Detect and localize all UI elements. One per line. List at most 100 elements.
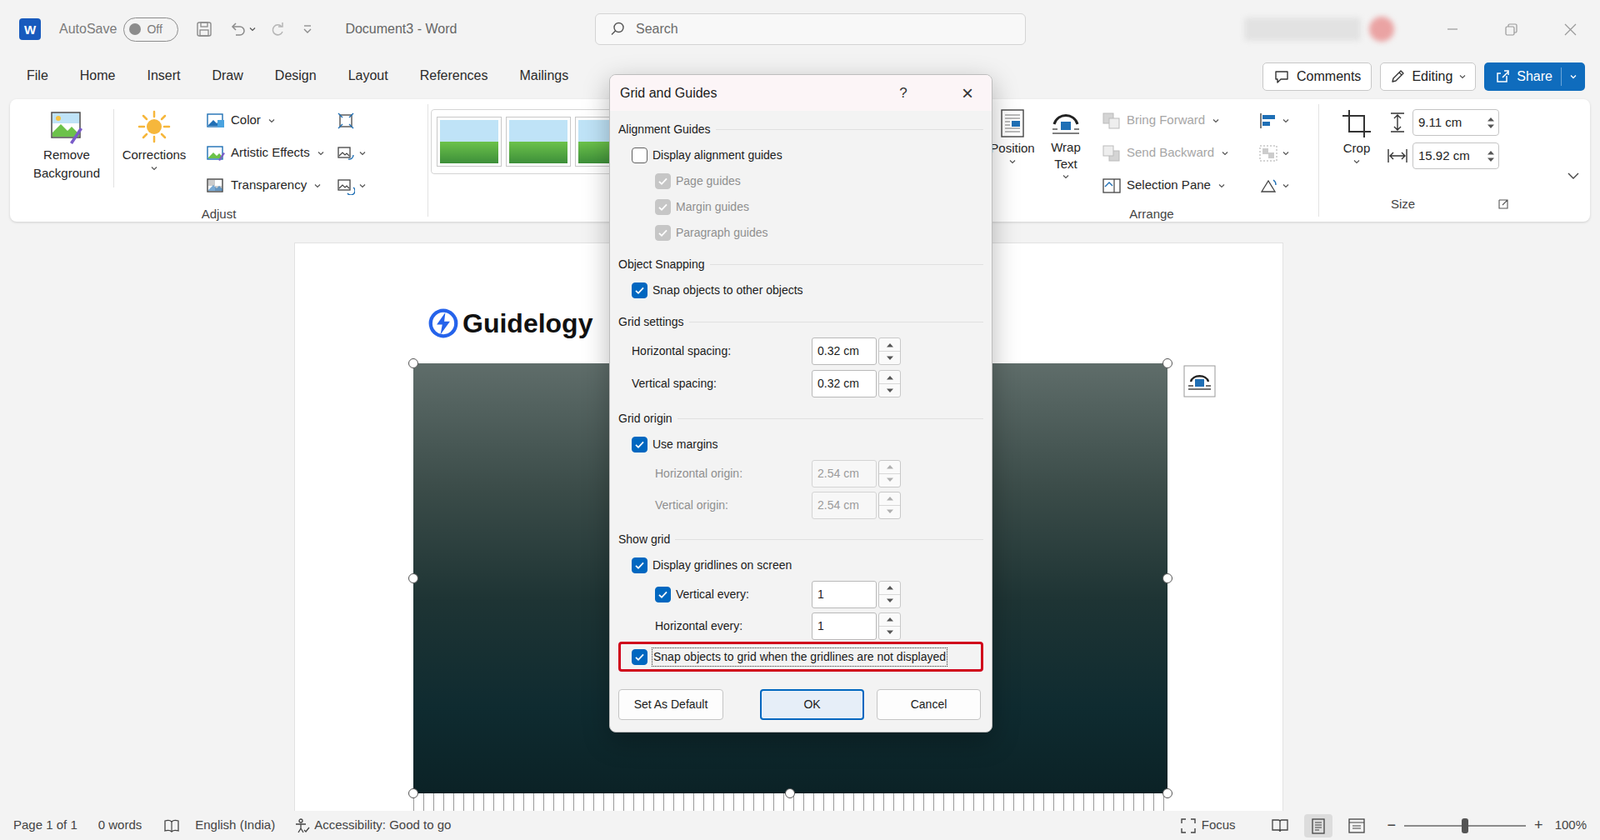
spin-buttons[interactable]	[1483, 150, 1499, 163]
restore-icon[interactable]	[1481, 0, 1541, 59]
ribbon-tab[interactable]: Design	[259, 60, 333, 94]
dialog-close-button[interactable]: ×	[943, 75, 992, 111]
language[interactable]: English (India)	[195, 815, 275, 835]
corrections-button[interactable]: Corrections	[114, 104, 195, 173]
spin-field[interactable]: 1	[811, 580, 877, 609]
rotate-button[interactable]	[1258, 169, 1290, 202]
close-icon[interactable]	[1540, 0, 1600, 59]
zoom-slider[interactable]	[1404, 825, 1526, 827]
adjust-color-button[interactable]: Color	[202, 104, 329, 137]
layout-options-icon[interactable]	[1183, 365, 1216, 398]
resize-handle[interactable]	[408, 358, 419, 369]
spin-up-icon[interactable]	[1487, 116, 1495, 122]
ribbon-tab[interactable]: Layout	[332, 60, 405, 94]
checkbox-row[interactable]: Snap objects to grid when the gridlines …	[618, 641, 984, 672]
spin-up-icon[interactable]	[879, 338, 900, 352]
reset-picture-button[interactable]	[336, 169, 367, 202]
arrange-pane-button[interactable]: Selection Pane	[1098, 169, 1252, 202]
resize-handle[interactable]	[1162, 788, 1173, 799]
adjust-effects-button[interactable]: Artistic Effects	[202, 136, 329, 170]
share-dropdown-icon[interactable]	[1561, 72, 1585, 81]
checkbox-row[interactable]: Display alignment guides	[618, 142, 984, 169]
spin-down-icon[interactable]	[879, 384, 900, 397]
dialog-button[interactable]: Set As Default	[618, 689, 724, 720]
checkbox-row[interactable]: Display gridlines on screen	[618, 552, 984, 579]
editing-button[interactable]: Editing	[1380, 62, 1476, 91]
ribbon-tab[interactable]: Insert	[130, 60, 196, 94]
search-input[interactable]	[635, 19, 1017, 40]
web-view-icon[interactable]	[1342, 814, 1371, 838]
adjust-transparency-button[interactable]: Transparency	[202, 169, 329, 202]
checkbox-label[interactable]: Snap objects to grid when the gridlines …	[652, 648, 947, 666]
undo-icon[interactable]	[228, 20, 247, 39]
spin-up-icon[interactable]	[879, 581, 900, 595]
checkbox-row[interactable]: Use margins	[618, 431, 984, 458]
ribbon-tab[interactable]: Mailings	[504, 60, 585, 94]
style-thumbnail[interactable]	[437, 117, 501, 166]
spin-field[interactable]: 1	[811, 612, 877, 640]
collapse-ribbon-icon[interactable]	[1566, 170, 1580, 181]
focus-button[interactable]: Focus	[1180, 815, 1236, 835]
spin-row[interactable]: Horizontal every:1	[618, 610, 984, 642]
checkbox[interactable]	[631, 147, 648, 164]
width-field[interactable]: 15.92 cm	[1412, 142, 1500, 170]
checkbox-label[interactable]: Display gridlines on screen	[652, 556, 792, 575]
account-name[interactable]	[1244, 17, 1361, 41]
height-field[interactable]: 9.11 cm	[1412, 109, 1500, 136]
spin-buttons[interactable]	[878, 370, 901, 398]
page-count[interactable]: Page 1 of 1	[13, 815, 78, 835]
ribbon-tab[interactable]: Draw	[195, 60, 259, 94]
crop-button[interactable]: Crop	[1327, 104, 1386, 166]
spin-row[interactable]: Vertical spacing:0.32 cm	[618, 367, 984, 400]
spin-buttons[interactable]	[878, 612, 901, 640]
wrap-text-button[interactable]: Wrap Text	[1040, 104, 1092, 181]
share-button[interactable]: Share	[1484, 62, 1585, 91]
save-icon[interactable]	[195, 20, 214, 39]
spin-buttons[interactable]	[878, 337, 901, 365]
checkbox[interactable]	[631, 282, 648, 299]
resize-handle[interactable]	[1162, 358, 1173, 369]
position-button[interactable]: Position	[985, 104, 1040, 166]
minimize-icon[interactable]	[1422, 0, 1482, 59]
spin-down-icon[interactable]	[879, 626, 900, 640]
zoom-in-button[interactable]: +	[1534, 814, 1544, 837]
spin-down-icon[interactable]	[1487, 157, 1495, 163]
align-button[interactable]	[1258, 104, 1290, 137]
checkbox-spin-row[interactable]: Vertical every:1	[618, 578, 984, 610]
search-box[interactable]	[595, 13, 1026, 45]
checkbox[interactable]	[631, 649, 648, 665]
zoom-level[interactable]: 100%	[1555, 815, 1587, 835]
spin-field[interactable]: 0.32 cm	[811, 337, 877, 365]
change-picture-button[interactable]	[336, 136, 367, 170]
spin-up-icon[interactable]	[1487, 150, 1495, 155]
resize-handle[interactable]	[785, 788, 795, 799]
resize-handle[interactable]	[408, 573, 419, 584]
ribbon-tab[interactable]: References	[404, 60, 505, 94]
account-avatar[interactable]	[1369, 16, 1395, 42]
checkbox-label[interactable]: Snap objects to other objects	[652, 281, 804, 300]
dialog-button[interactable]: OK	[760, 689, 865, 720]
ribbon-tab[interactable]: File	[10, 60, 65, 94]
undo-dropdown-icon[interactable]	[248, 25, 257, 34]
zoom-slider-thumb[interactable]	[1461, 818, 1469, 834]
autosave-toggle[interactable]: Off	[123, 17, 179, 42]
resize-handle[interactable]	[408, 788, 419, 799]
customize-toolbar-icon[interactable]	[301, 22, 314, 36]
checkbox-label[interactable]: Vertical every:	[675, 585, 807, 604]
proofing-book-icon[interactable]	[163, 818, 180, 834]
checkbox[interactable]	[631, 557, 648, 574]
help-button[interactable]: ?	[885, 75, 922, 111]
style-thumbnail[interactable]	[506, 117, 570, 166]
checkbox-label[interactable]: Display alignment guides	[652, 146, 783, 165]
spin-buttons[interactable]	[878, 580, 901, 609]
spin-down-icon[interactable]	[1487, 124, 1495, 130]
group-button[interactable]	[1258, 136, 1290, 170]
spin-buttons[interactable]	[1483, 116, 1499, 130]
spin-down-icon[interactable]	[879, 351, 900, 365]
checkbox-label[interactable]: Use margins	[652, 435, 719, 454]
spin-field[interactable]: 0.32 cm	[811, 370, 877, 398]
remove-background-button[interactable]: Remove Background	[20, 104, 114, 183]
word-count[interactable]: 0 words	[98, 815, 143, 835]
spin-row[interactable]: Horizontal spacing:0.32 cm	[618, 335, 984, 368]
spin-up-icon[interactable]	[879, 613, 900, 627]
